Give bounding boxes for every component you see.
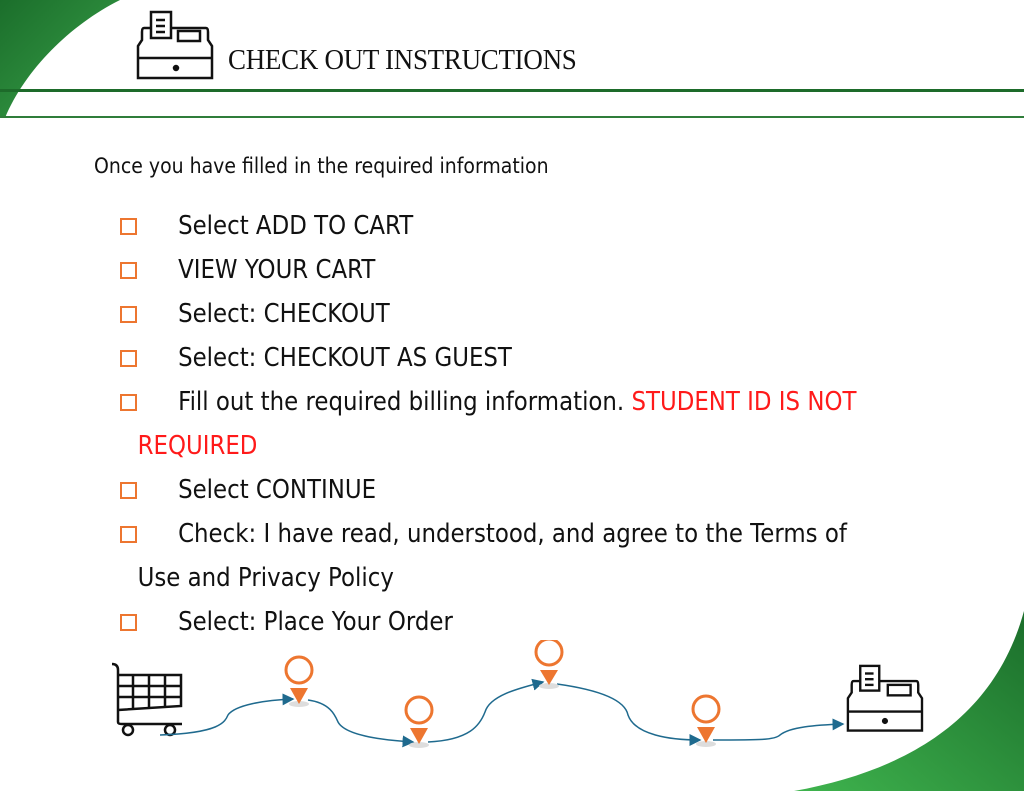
flow-path-segment (427, 678, 545, 743)
list-item: Fill out the required billing informatio… (120, 380, 932, 468)
step-text-continued: Use and Privacy Policy (137, 563, 394, 593)
location-pin-icon (534, 640, 564, 689)
list-item: Select: Place Your Order (120, 600, 932, 644)
step-text: Select ADD TO CART (178, 211, 414, 241)
step-text: Select CONTINUE (178, 475, 377, 505)
list-item: Select: CHECKOUT AS GUEST (120, 336, 932, 380)
step-text: Select: CHECKOUT (178, 299, 390, 329)
step-text: Check: I have read, understood, and agre… (178, 519, 847, 549)
step-text: Fill out the required billing informatio… (178, 387, 625, 417)
flow-path-segment (307, 699, 415, 748)
step-text: Select: Place Your Order (178, 607, 453, 637)
list-item: Select: CHECKOUT (120, 292, 932, 336)
cash-register-icon (846, 664, 924, 732)
checkout-flow-illustration (111, 640, 924, 748)
flow-path-segment (556, 683, 702, 746)
step-text-line: Fill out the required billing informatio… (120, 380, 1021, 424)
intro-text: Once you have filled in the required inf… (94, 154, 549, 178)
warning-text: STUDENT ID IS NOT (631, 387, 857, 417)
header-divider-bottom (0, 116, 1024, 118)
shopping-cart-icon (111, 662, 183, 737)
step-text: VIEW YOUR CART (178, 255, 376, 285)
list-item: VIEW YOUR CART (120, 248, 932, 292)
cash-register-icon (136, 10, 214, 80)
flow-path-segment (712, 718, 845, 741)
location-pin-icon (404, 695, 434, 748)
step-text: Select: CHECKOUT AS GUEST (178, 343, 512, 373)
checkout-steps-list: Select ADD TO CART VIEW YOUR CART Select… (120, 204, 932, 644)
list-item: Check: I have read, understood, and agre… (120, 512, 932, 600)
page-title: CHECK OUT INSTRUCTIONS (228, 44, 577, 76)
list-item: Select CONTINUE (120, 468, 932, 512)
warning-text-continued: REQUIRED (137, 431, 258, 461)
header-divider-top (0, 89, 1024, 92)
list-item: Select ADD TO CART (120, 204, 932, 248)
